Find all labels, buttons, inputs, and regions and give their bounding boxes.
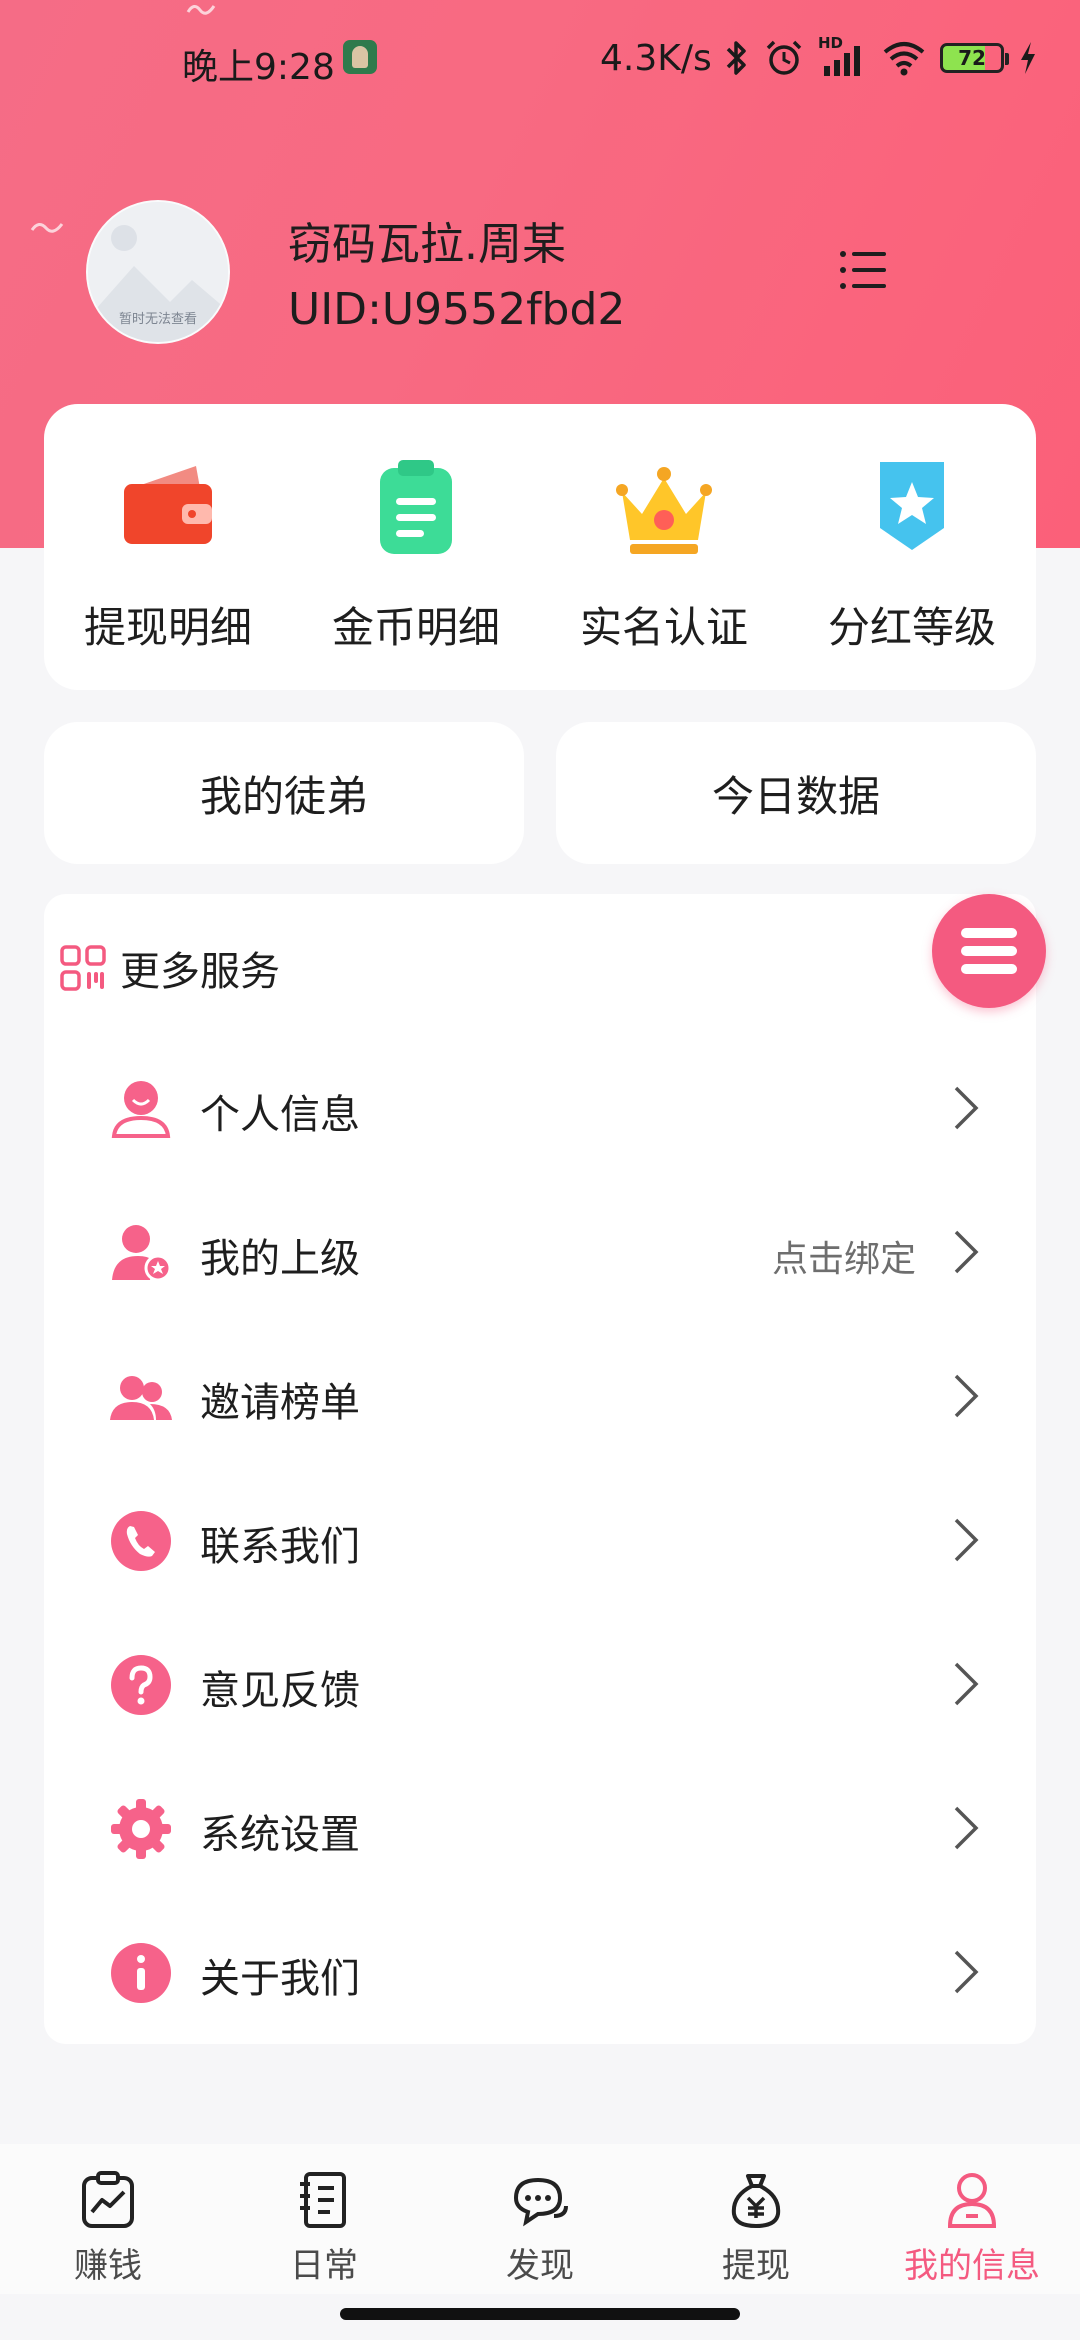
service-label: 关于我们 — [200, 1956, 360, 2002]
network-speed: 4.3K/s — [600, 38, 712, 79]
status-bar: 晚上9:28 4.3K/s HD 72 — [0, 0, 1080, 118]
grid-icon — [60, 945, 106, 991]
nav-my-info[interactable]: 我的信息 — [864, 2170, 1080, 2286]
gear-icon — [111, 1799, 171, 1859]
home-indicator[interactable] — [340, 2308, 740, 2320]
real-name-verify-button[interactable]: 实名认证 — [540, 452, 788, 652]
nav-withdraw[interactable]: 提现 — [648, 2170, 864, 2286]
list-menu-icon[interactable] — [838, 246, 888, 294]
bluetooth-icon — [726, 41, 746, 75]
quick-action-label: 提现明细 — [83, 603, 252, 652]
chat-icon — [513, 2177, 568, 2227]
quick-action-label: 金币明细 — [331, 603, 500, 652]
quick-action-label: 分红等级 — [827, 603, 996, 652]
service-item-invite-ranking[interactable]: 邀请榜单 — [44, 1324, 1036, 1468]
service-item-settings[interactable]: 系统设置 — [44, 1756, 1036, 1900]
crown-icon — [616, 467, 712, 554]
service-item-feedback[interactable]: 意见反馈 — [44, 1612, 1036, 1756]
notebook-icon — [300, 2172, 346, 2228]
nav-discover[interactable]: 发现 — [432, 2170, 648, 2286]
services-title: 更多服务 — [120, 949, 280, 995]
coin-detail-button[interactable]: 金币明细 — [292, 452, 540, 652]
nav-label: 赚钱 — [74, 2246, 142, 2286]
bind-superior-hint: 点击绑定 — [771, 1239, 916, 1280]
question-icon — [111, 1655, 171, 1715]
my-apprentice-button[interactable]: 我的徒弟 — [44, 722, 524, 864]
quick-action-label: 实名认证 — [579, 603, 748, 652]
wifi-icon — [883, 42, 925, 76]
chevron-right-icon — [954, 1230, 979, 1274]
avatar[interactable]: 暂时无法查看 — [86, 200, 230, 344]
services-header: 更多服务 — [60, 938, 280, 998]
service-item-my-superior[interactable]: 我的上级 点击绑定 — [44, 1180, 1036, 1324]
charging-icon — [1021, 42, 1035, 74]
phone-icon — [111, 1511, 171, 1571]
avatar-caption: 暂时无法查看 — [118, 312, 197, 327]
battery-icon: 72 — [940, 43, 1009, 73]
chevron-right-icon — [954, 1374, 979, 1418]
star-badge-icon — [880, 462, 944, 550]
service-label: 我的上级 — [200, 1236, 360, 1282]
user-icon — [111, 1081, 171, 1138]
chevron-right-icon — [954, 1086, 979, 1130]
floating-menu-button[interactable] — [932, 894, 1046, 1008]
service-item-contact-us[interactable]: 联系我们 — [44, 1468, 1036, 1612]
app-notification-icon — [343, 40, 377, 74]
chart-icon — [82, 2171, 134, 2228]
status-time: 晚上9:28 — [182, 47, 335, 88]
nav-label: 我的信息 — [904, 2246, 1040, 2286]
service-label: 邀请榜单 — [200, 1380, 360, 1426]
profile-uid: UID:U9552fbd2 — [288, 284, 626, 335]
chevron-right-icon — [954, 1662, 979, 1706]
wallet-icon — [124, 466, 212, 544]
withdraw-detail-button[interactable]: 提现明细 — [44, 452, 292, 652]
nav-label: 提现 — [722, 2246, 790, 2286]
alarm-icon — [766, 40, 802, 75]
signal-bars — [824, 46, 860, 76]
nav-daily[interactable]: 日常 — [216, 2170, 432, 2286]
nav-label: 日常 — [290, 2246, 358, 2286]
chevron-right-icon — [954, 1518, 979, 1562]
service-label: 意见反馈 — [200, 1668, 360, 1714]
profile-icon — [947, 2173, 997, 2228]
user-award-icon — [112, 1225, 172, 1282]
decoration-squiggle — [30, 223, 64, 233]
bottom-navigation: 赚钱 日常 发现 提现 我的信息 — [0, 2144, 1080, 2294]
today-data-button[interactable]: 今日数据 — [556, 722, 1036, 864]
clipboard-icon — [380, 460, 452, 554]
quick-actions-card: 提现明细 金币明细 实名认证 分红等级 — [44, 404, 1036, 690]
info-icon — [111, 1943, 171, 2003]
service-item-about-us[interactable]: 关于我们 — [44, 1900, 1036, 2044]
nav-label: 发现 — [506, 2246, 574, 2286]
service-label: 联系我们 — [200, 1524, 360, 1570]
chevron-right-icon — [954, 1950, 979, 1994]
chevron-right-icon — [954, 1806, 979, 1850]
profile-name: 窃码瓦拉.周某 — [288, 219, 566, 270]
money-bag-icon — [731, 2174, 781, 2229]
users-icon — [110, 1376, 172, 1420]
service-item-personal-info[interactable]: 个人信息 — [44, 1036, 1036, 1180]
service-label: 个人信息 — [200, 1092, 360, 1138]
nav-earn[interactable]: 赚钱 — [0, 2170, 216, 2286]
dividend-level-button[interactable]: 分红等级 — [788, 452, 1036, 652]
signal-icon: HD — [818, 34, 868, 78]
service-label: 系统设置 — [200, 1812, 360, 1858]
status-icons: HD 72 — [724, 34, 1038, 80]
